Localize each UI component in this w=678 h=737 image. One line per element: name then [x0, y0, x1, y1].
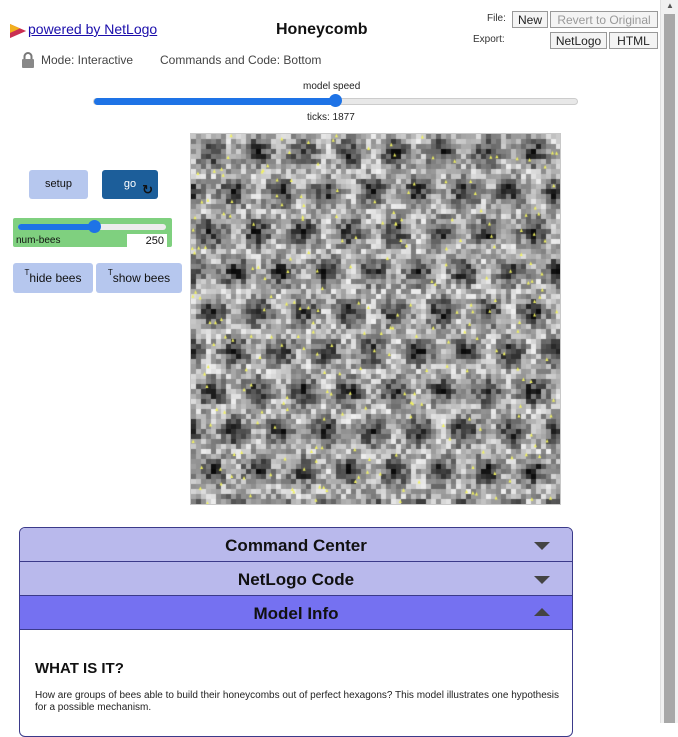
- expand-arrow-icon[interactable]: [534, 576, 550, 584]
- new-button[interactable]: New: [512, 11, 548, 28]
- bottom-panel: Command Center NetLogo Code Model Info W…: [19, 527, 573, 737]
- model-speed-label: model speed: [303, 81, 361, 92]
- tab-netlogo-code[interactable]: NetLogo Code: [20, 562, 572, 596]
- world-canvas[interactable]: [191, 134, 560, 504]
- setup-button[interactable]: setup: [29, 170, 88, 199]
- model-speed-slider[interactable]: [93, 94, 578, 107]
- model-speed-thumb[interactable]: [328, 94, 342, 107]
- info-paragraph: How are groups of bees able to build the…: [35, 690, 560, 713]
- mode-indicator: Mode: Interactive: [41, 53, 134, 67]
- scrollbar-thumb[interactable]: [664, 14, 675, 723]
- page-scrollbar[interactable]: ▲: [660, 0, 678, 723]
- model-title: Honeycomb: [276, 21, 368, 38]
- num-bees-fill: [18, 224, 95, 230]
- num-bees-value: 250: [145, 235, 164, 247]
- tab-model-info-title: Model Info: [253, 604, 339, 623]
- show-bees-label: show bees: [112, 271, 171, 285]
- model-speed-fill: [94, 98, 336, 105]
- export-label: Export:: [473, 34, 505, 45]
- export-netlogo-button[interactable]: NetLogo: [550, 32, 607, 49]
- hide-bees-label: hide bees: [29, 271, 82, 285]
- export-html-button[interactable]: HTML: [609, 32, 658, 49]
- tab-netlogo-code-title: NetLogo Code: [237, 570, 355, 589]
- num-bees-track[interactable]: [18, 220, 166, 233]
- ticks-counter: ticks: 1877: [307, 112, 355, 123]
- num-bees-thumb[interactable]: [87, 220, 101, 233]
- commands-code-position: Commands and Code: Bottom: [160, 53, 322, 67]
- lock-icon[interactable]: [21, 52, 35, 68]
- scroll-up-icon[interactable]: ▲: [661, 0, 678, 12]
- tab-model-info[interactable]: Model Info: [20, 596, 572, 630]
- file-label: File:: [487, 13, 506, 24]
- num-bees-label: num-bees: [16, 235, 61, 246]
- info-heading: WHAT IS IT?: [35, 660, 124, 677]
- show-bees-button[interactable]: Tshow bees: [96, 263, 182, 293]
- world-view[interactable]: [190, 133, 561, 505]
- num-bees-value-box[interactable]: 250: [127, 234, 167, 247]
- expand-arrow-icon[interactable]: [534, 542, 550, 550]
- powered-by-netlogo-link[interactable]: powered by NetLogo: [28, 21, 157, 37]
- num-bees-slider[interactable]: num-bees 250: [13, 218, 172, 247]
- go-button[interactable]: go ↻: [102, 170, 158, 199]
- hide-bees-button[interactable]: Thide bees: [13, 263, 93, 293]
- go-button-label: go: [123, 178, 137, 190]
- netlogo-logo-icon: [10, 24, 26, 38]
- forever-loop-icon: ↻: [142, 182, 153, 197]
- tab-command-center[interactable]: Command Center: [20, 528, 572, 562]
- tab-command-center-title: Command Center: [225, 536, 367, 555]
- revert-to-original-button[interactable]: Revert to Original: [550, 11, 658, 28]
- collapse-arrow-icon[interactable]: [534, 608, 550, 616]
